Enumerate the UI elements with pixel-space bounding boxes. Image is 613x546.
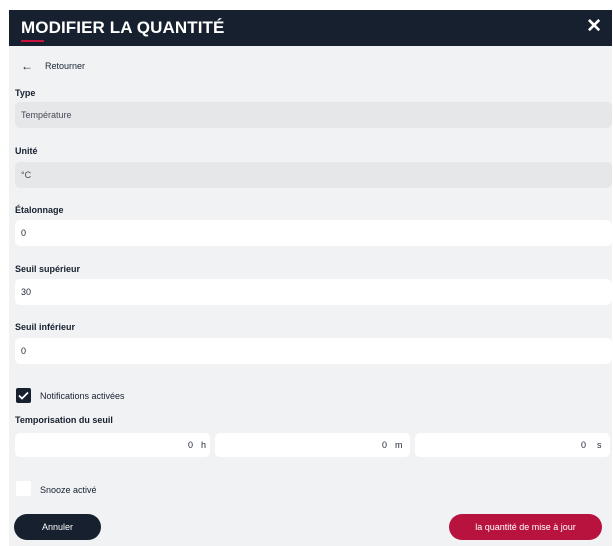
- calibration-input[interactable]: 0: [15, 220, 612, 246]
- calibration-label: Étalonnage: [15, 205, 64, 215]
- notifications-label: Notifications activées: [40, 391, 125, 401]
- lower-threshold-label: Seuil inférieur: [15, 322, 76, 332]
- delay-minutes-value: 0: [382, 440, 388, 450]
- delay-hours-unit: h: [201, 440, 207, 450]
- modal-header: MODIFIER LA QUANTITÉ ✕: [9, 10, 612, 46]
- delay-hours-value: 0: [188, 440, 194, 450]
- cancel-button[interactable]: Annuler: [14, 514, 101, 540]
- edit-quantity-modal: MODIFIER LA QUANTITÉ ✕ ← Retourner Type …: [9, 10, 612, 546]
- lower-threshold-input[interactable]: 0: [15, 338, 612, 364]
- checkmark-icon: [18, 391, 29, 400]
- delay-seconds-value: 0: [581, 440, 587, 450]
- type-field: Température: [15, 102, 612, 128]
- delay-minutes-input[interactable]: 0 m: [215, 433, 410, 457]
- unit-label: Unité: [15, 146, 38, 156]
- back-link[interactable]: ← Retourner: [21, 59, 85, 73]
- update-quantity-button[interactable]: la quantité de mise à jour: [449, 514, 602, 540]
- modal-title: MODIFIER LA QUANTITÉ: [21, 18, 225, 37]
- delay-seconds-input[interactable]: 0 s: [415, 433, 610, 457]
- upper-threshold-label: Seuil supérieur: [15, 264, 81, 274]
- delay-seconds-unit: s: [597, 440, 602, 450]
- title-accent-underline: [21, 40, 44, 42]
- type-label: Type: [15, 88, 36, 98]
- snooze-label: Snooze activé: [40, 485, 97, 495]
- delay-minutes-unit: m: [395, 440, 403, 450]
- back-label: Retourner: [45, 61, 86, 71]
- delay-hours-input[interactable]: 0 h: [15, 433, 210, 457]
- snooze-checkbox[interactable]: [16, 481, 31, 496]
- close-icon[interactable]: ✕: [586, 16, 602, 38]
- delay-label: Temporisation du seuil: [15, 415, 113, 425]
- upper-threshold-input[interactable]: 30: [15, 279, 612, 305]
- notifications-checkbox[interactable]: [16, 388, 31, 403]
- unit-field: °C: [15, 162, 612, 188]
- arrow-left-icon: ←: [21, 59, 33, 73]
